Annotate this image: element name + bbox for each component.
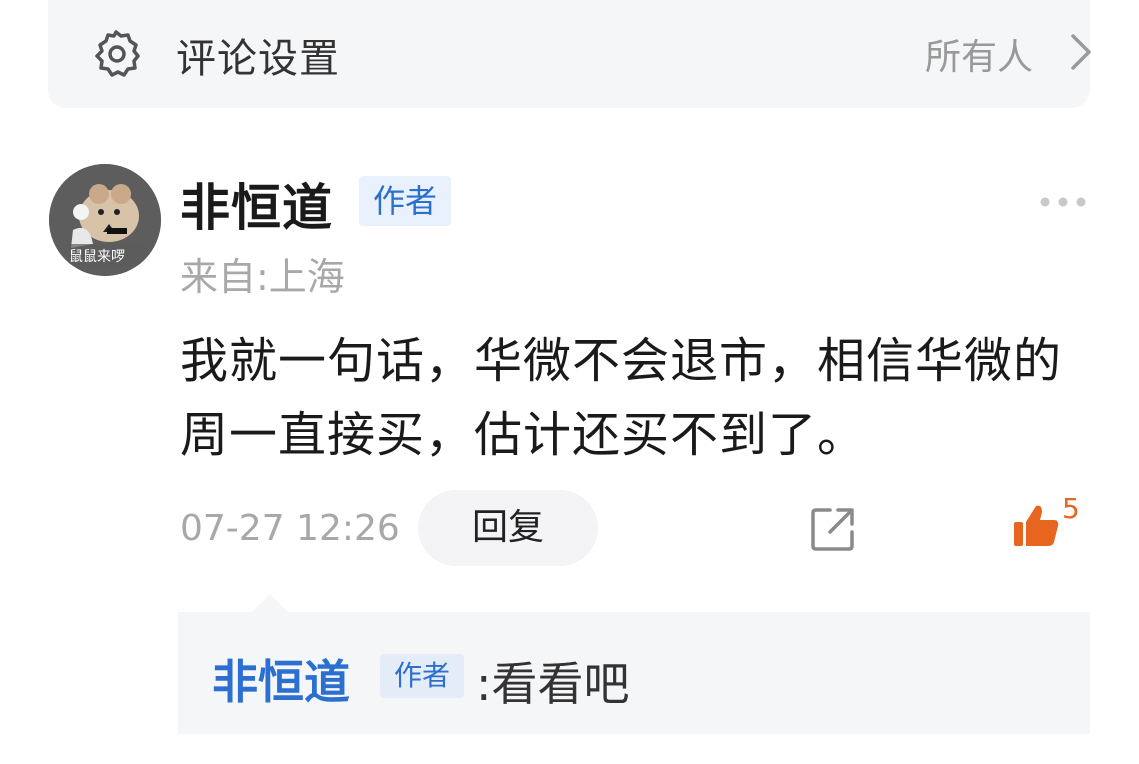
more-options-icon[interactable] bbox=[1039, 194, 1087, 210]
like-count: 5 bbox=[1062, 492, 1080, 525]
settings-title: 评论设置 bbox=[176, 36, 340, 82]
thumbs-up-icon[interactable] bbox=[1012, 500, 1060, 548]
avatar[interactable]: 鼠鼠来啰 bbox=[49, 164, 161, 276]
author-name[interactable]: 非恒道 bbox=[180, 168, 333, 240]
reply-content: :看看吧 bbox=[476, 657, 630, 711]
reply-pointer bbox=[252, 594, 288, 612]
avatar-caption: 鼠鼠来啰 bbox=[69, 249, 125, 265]
comment-text: 我就一句话，华微不会退市，相信华微的周一直接买，估计还买不到了。 bbox=[180, 333, 1063, 463]
chevron-right-icon[interactable] bbox=[1067, 32, 1095, 72]
gear-icon bbox=[90, 28, 142, 80]
reply-author-badge: 作者 bbox=[380, 654, 464, 698]
location-label: 来自:上海 bbox=[180, 255, 345, 299]
reply-button[interactable]: 回复 bbox=[418, 490, 598, 566]
settings-value[interactable]: 所有人 bbox=[925, 28, 1033, 80]
comment-timestamp: 07-27 12:26 bbox=[180, 508, 400, 549]
reply-author[interactable]: 非恒道 bbox=[212, 646, 350, 712]
author-badge: 作者 bbox=[359, 176, 451, 226]
share-icon[interactable] bbox=[808, 504, 858, 554]
